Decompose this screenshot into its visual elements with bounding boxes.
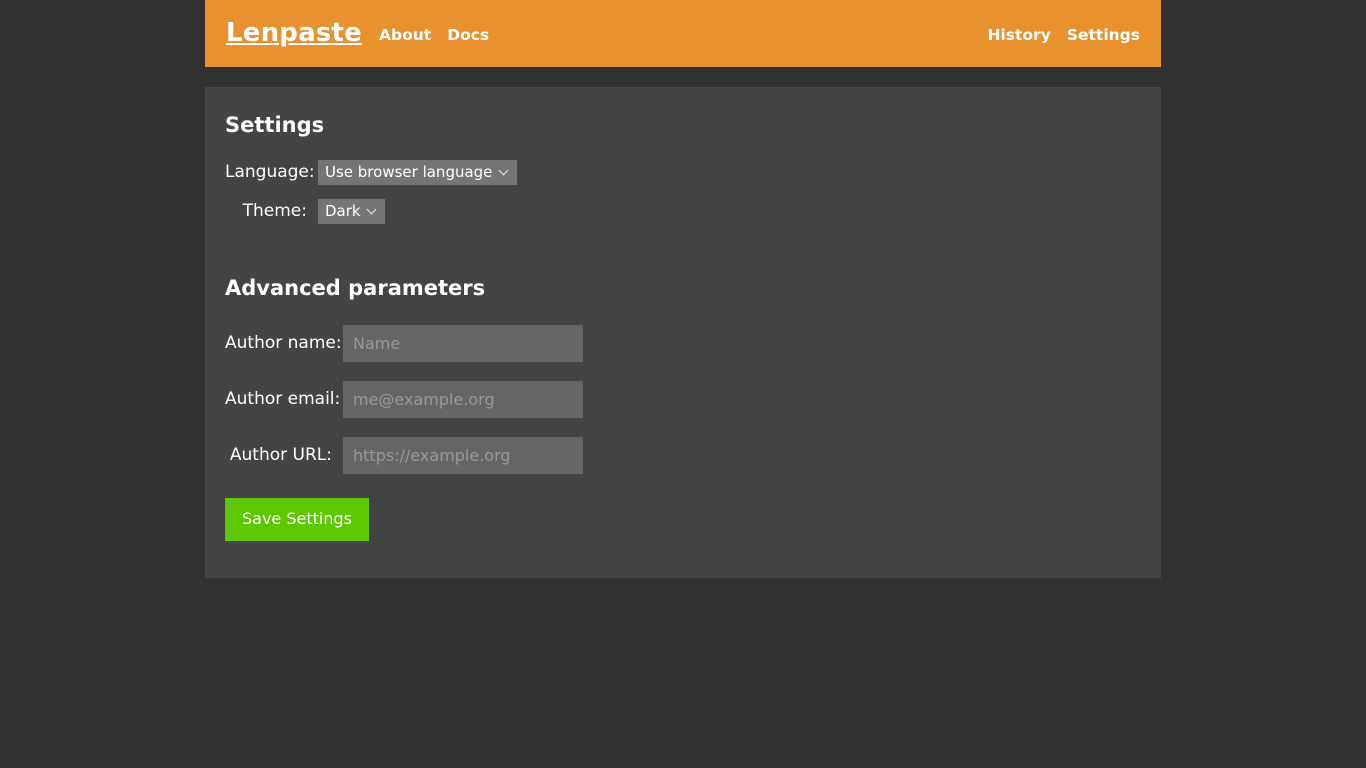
nav-link-history[interactable]: History	[988, 23, 1051, 44]
language-select[interactable]: Use browser language	[318, 160, 517, 185]
theme-row: Theme: Dark	[225, 199, 1141, 224]
nav-link-docs[interactable]: Docs	[447, 23, 489, 44]
settings-panel: Settings Language: Use browser language …	[205, 87, 1161, 578]
nav-left-group: About Docs	[379, 23, 489, 44]
author-name-label: Author name:	[225, 335, 343, 352]
save-settings-button[interactable]: Save Settings	[225, 498, 369, 541]
theme-select-wrapper: Dark	[318, 199, 385, 224]
nav-link-settings[interactable]: Settings	[1067, 23, 1140, 44]
theme-label: Theme:	[225, 203, 318, 220]
theme-select[interactable]: Dark	[318, 199, 385, 224]
author-url-row: Author URL:	[225, 437, 1141, 474]
page-title: Settings	[225, 113, 1141, 138]
author-url-label: Author URL:	[225, 447, 343, 464]
nav-right-group: History Settings	[988, 23, 1141, 44]
nav-link-about[interactable]: About	[379, 23, 431, 44]
author-email-row: Author email:	[225, 381, 1141, 418]
author-name-input[interactable]	[343, 325, 583, 362]
top-navbar: Lenpaste About Docs History Settings	[205, 0, 1161, 67]
language-row: Language: Use browser language	[225, 160, 1141, 185]
language-label: Language:	[225, 164, 318, 181]
author-url-input[interactable]	[343, 437, 583, 474]
brand-logo[interactable]: Lenpaste	[226, 20, 362, 48]
language-select-wrapper: Use browser language	[318, 160, 517, 185]
author-email-input[interactable]	[343, 381, 583, 418]
author-email-label: Author email:	[225, 391, 343, 408]
advanced-parameters-title: Advanced parameters	[225, 276, 1141, 301]
author-name-row: Author name:	[225, 325, 1141, 362]
page-column: Lenpaste About Docs History Settings Set…	[205, 0, 1161, 578]
save-button-row: Save Settings	[225, 498, 1141, 541]
